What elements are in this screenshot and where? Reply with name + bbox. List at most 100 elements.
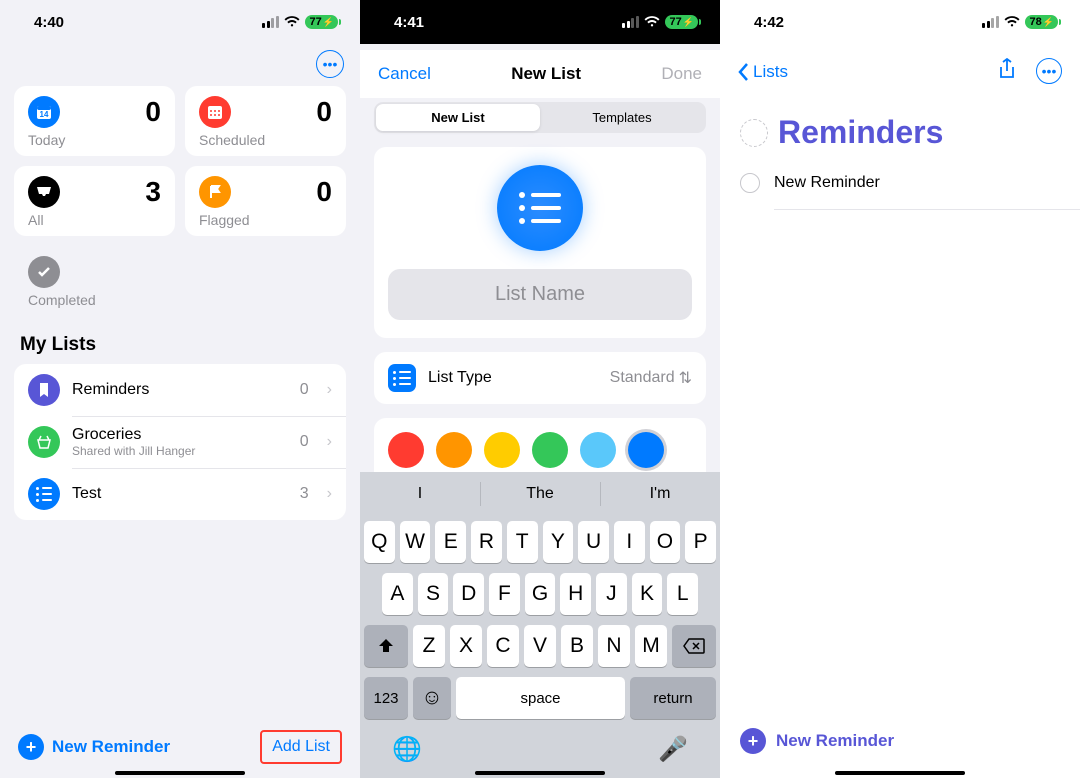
return-key[interactable]: return bbox=[630, 677, 716, 719]
space-key[interactable]: space bbox=[456, 677, 625, 719]
today-card[interactable]: 14 0 Today bbox=[14, 86, 175, 156]
list-count: 0 bbox=[300, 433, 309, 451]
more-options-button[interactable]: ••• bbox=[316, 50, 344, 78]
add-list-button[interactable]: Add List bbox=[260, 730, 342, 764]
new-reminder-label: New Reminder bbox=[776, 731, 894, 751]
key-x[interactable]: X bbox=[450, 625, 482, 667]
shift-key[interactable] bbox=[364, 625, 408, 667]
color-swatch[interactable] bbox=[436, 432, 472, 468]
suggestion[interactable]: I bbox=[360, 472, 480, 516]
color-swatch[interactable] bbox=[532, 432, 568, 468]
status-bar: 4:42 78⚡ bbox=[720, 0, 1080, 44]
all-card[interactable]: 3 All bbox=[14, 166, 175, 236]
new-reminder-button[interactable]: + New Reminder bbox=[740, 728, 894, 754]
cellular-signal-icon bbox=[622, 16, 639, 28]
key-z[interactable]: Z bbox=[413, 625, 445, 667]
home-indicator[interactable] bbox=[475, 771, 605, 775]
wifi-icon bbox=[1004, 16, 1020, 28]
key-t[interactable]: T bbox=[507, 521, 538, 563]
suggestion[interactable]: I'm bbox=[600, 472, 720, 516]
color-swatch[interactable] bbox=[580, 432, 616, 468]
list-preview-icon bbox=[497, 165, 583, 251]
key-i[interactable]: I bbox=[614, 521, 645, 563]
key-a[interactable]: A bbox=[382, 573, 413, 615]
emoji-key[interactable]: ☺ bbox=[413, 677, 451, 719]
key-o[interactable]: O bbox=[650, 521, 681, 563]
color-swatch[interactable] bbox=[388, 432, 424, 468]
reminders-home-screen: 4:40 77⚡ ••• 14 0 Today 0 bbox=[0, 0, 360, 778]
flagged-label: Flagged bbox=[199, 212, 332, 228]
scheduled-label: Scheduled bbox=[199, 132, 332, 148]
back-button[interactable]: Lists bbox=[738, 62, 788, 82]
status-time: 4:40 bbox=[34, 14, 64, 31]
key-e[interactable]: E bbox=[435, 521, 466, 563]
key-q[interactable]: Q bbox=[364, 521, 395, 563]
key-h[interactable]: H bbox=[560, 573, 591, 615]
more-options-button[interactable]: ••• bbox=[1036, 58, 1062, 84]
cancel-button[interactable]: Cancel bbox=[378, 64, 431, 84]
list-setup-card bbox=[374, 147, 706, 338]
new-reminder-button[interactable]: + New Reminder bbox=[18, 734, 170, 760]
battery-indicator: 77⚡ bbox=[665, 15, 698, 29]
key-n[interactable]: N bbox=[598, 625, 630, 667]
segment-new-list[interactable]: New List bbox=[376, 104, 540, 131]
completed-card[interactable]: Completed bbox=[14, 246, 175, 316]
key-c[interactable]: C bbox=[487, 625, 519, 667]
list-type-row[interactable]: List Type Standard⇅ bbox=[374, 352, 706, 404]
new-list-screen: 4:41 77⚡ Cancel New List Done New List T… bbox=[360, 0, 720, 778]
key-m[interactable]: M bbox=[635, 625, 667, 667]
reminder-item[interactable]: New Reminder bbox=[720, 165, 1080, 201]
key-k[interactable]: K bbox=[632, 573, 663, 615]
list-row-groceries[interactable]: Groceries Shared with Jill Hanger 0 › bbox=[14, 416, 346, 468]
keyboard: I The I'm QWERTYUIOP ASDFGHJKL ZXCVBNM 1… bbox=[360, 472, 720, 778]
color-swatch[interactable] bbox=[628, 432, 664, 468]
tray-icon bbox=[28, 176, 60, 208]
wifi-icon bbox=[284, 16, 300, 28]
battery-indicator: 78⚡ bbox=[1025, 15, 1058, 29]
share-button[interactable] bbox=[998, 58, 1016, 86]
list-row-test[interactable]: Test 3 › bbox=[14, 468, 346, 520]
cellular-signal-icon bbox=[262, 16, 279, 28]
key-b[interactable]: B bbox=[561, 625, 593, 667]
globe-icon[interactable]: 🌐 bbox=[392, 735, 422, 764]
list-type-label: List Type bbox=[428, 369, 598, 387]
key-w[interactable]: W bbox=[400, 521, 431, 563]
wifi-icon bbox=[644, 16, 660, 28]
mic-icon[interactable]: 🎤 bbox=[658, 735, 688, 764]
key-r[interactable]: R bbox=[471, 521, 502, 563]
list-row-reminders[interactable]: Reminders 0 › bbox=[14, 364, 346, 416]
key-s[interactable]: S bbox=[418, 573, 449, 615]
lists-container: Reminders 0 › Groceries Shared with Jill… bbox=[14, 364, 346, 520]
key-l[interactable]: L bbox=[667, 573, 698, 615]
key-f[interactable]: F bbox=[489, 573, 520, 615]
list-bullet-icon bbox=[28, 478, 60, 510]
reminder-text: New Reminder bbox=[774, 174, 880, 192]
key-y[interactable]: Y bbox=[543, 521, 574, 563]
done-button[interactable]: Done bbox=[661, 64, 702, 84]
segment-control[interactable]: New List Templates bbox=[374, 102, 706, 133]
completed-label: Completed bbox=[28, 292, 161, 308]
status-indicators: 77⚡ bbox=[262, 15, 338, 29]
key-d[interactable]: D bbox=[453, 573, 484, 615]
key-p[interactable]: P bbox=[685, 521, 716, 563]
home-indicator[interactable] bbox=[835, 771, 965, 775]
flagged-card[interactable]: 0 Flagged bbox=[185, 166, 346, 236]
key-u[interactable]: U bbox=[578, 521, 609, 563]
list-name-input[interactable] bbox=[388, 269, 692, 320]
key-v[interactable]: V bbox=[524, 625, 556, 667]
bookmark-icon bbox=[28, 374, 60, 406]
key-g[interactable]: G bbox=[525, 573, 556, 615]
color-swatch[interactable] bbox=[484, 432, 520, 468]
delete-key[interactable] bbox=[672, 625, 716, 667]
home-indicator[interactable] bbox=[115, 771, 245, 775]
checkmark-icon bbox=[28, 256, 60, 288]
modal-title: New List bbox=[511, 64, 581, 84]
my-lists-heading: My Lists bbox=[0, 316, 360, 364]
segment-templates[interactable]: Templates bbox=[540, 104, 704, 131]
numbers-key[interactable]: 123 bbox=[364, 677, 408, 719]
suggestion[interactable]: The bbox=[480, 472, 600, 516]
flag-icon bbox=[199, 176, 231, 208]
scheduled-card[interactable]: 0 Scheduled bbox=[185, 86, 346, 156]
key-j[interactable]: J bbox=[596, 573, 627, 615]
reminder-checkbox[interactable] bbox=[740, 173, 760, 193]
